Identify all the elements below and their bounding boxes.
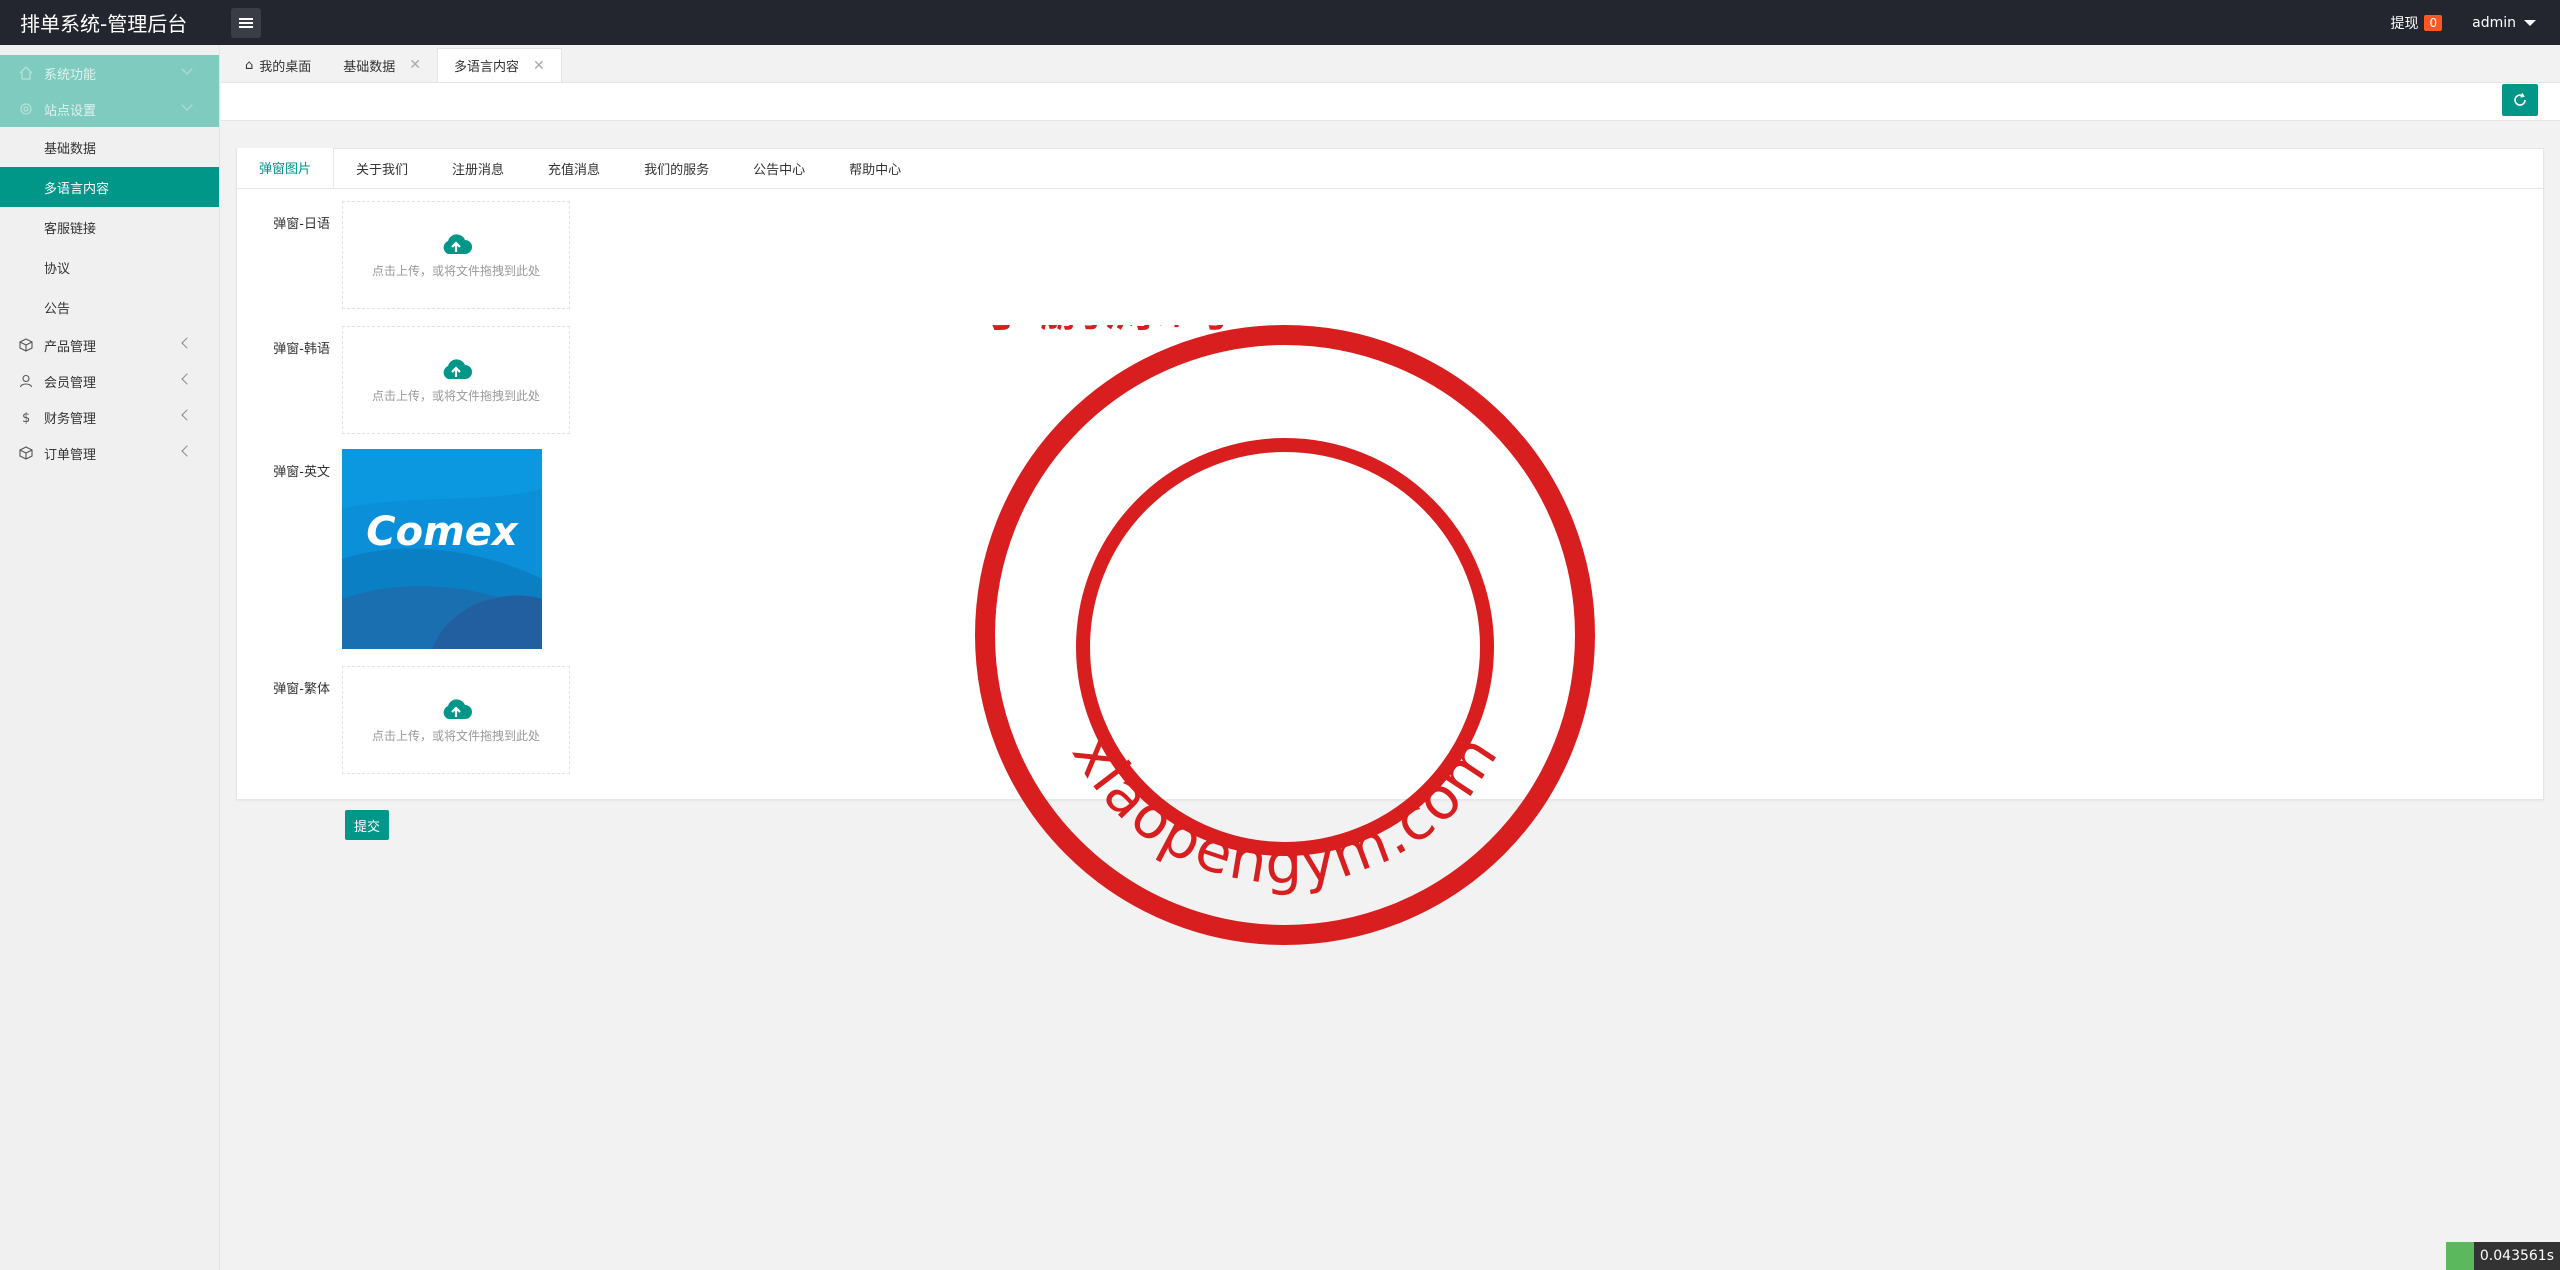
close-icon[interactable]: ✕ [533, 58, 545, 74]
sidebar-item-agreement[interactable]: 协议 [0, 247, 219, 287]
withdraw-label: 提现 [2390, 15, 2419, 32]
cloud-upload-icon [443, 233, 472, 254]
content-tab-recharge-message[interactable]: 充值消息 [526, 148, 622, 188]
chevron-left-icon [181, 337, 193, 349]
chevron-icon [181, 63, 193, 75]
top-bar: 排单系统-管理后台 提现 0 admin [0, 0, 2560, 45]
content-tab-about-us[interactable]: 关于我们 [334, 148, 430, 188]
page-tab-strip: ⌂ 我的桌面 基础数据 ✕ 多语言内容 ✕ [221, 45, 2560, 83]
watermark-stamp: 小鹏源码 xiaopengym.com [975, 325, 1595, 945]
withdraw-badge: 0 [2424, 14, 2443, 31]
user-icon [18, 373, 34, 389]
sidebar-item-notice[interactable]: 公告 [0, 287, 219, 327]
watermark-top-text: 小鹏源码 [975, 325, 1231, 341]
form-row-popup-zh-tw: 弹窗-繁体 点击上传，或将文件拖拽到此处 [237, 666, 570, 774]
content-tab-register-message[interactable]: 注册消息 [430, 148, 526, 188]
sidebar-item-multilang[interactable]: 多语言内容 [0, 167, 219, 207]
sidebar-group-members[interactable]: 会员管理 [0, 363, 219, 399]
upload-hint: 点击上传，或将文件拖拽到此处 [371, 263, 540, 278]
refresh-button[interactable] [2502, 84, 2538, 116]
dollar-icon: $ [18, 409, 34, 425]
form-row-popup-ja: 弹窗-日语 点击上传，或将文件拖拽到此处 [237, 201, 570, 309]
image-brand-text: Comex [366, 509, 518, 555]
sidebar-group-label: 产品管理 [44, 339, 97, 355]
sidebar-item-basic-data[interactable]: 基础数据 [0, 127, 219, 167]
tab-basic-data[interactable]: 基础数据 ✕ [327, 48, 437, 82]
debug-logo-icon [2445, 1242, 2474, 1270]
field-label: 弹窗-繁体 [273, 682, 330, 697]
upload-dropzone-ja[interactable]: 点击上传，或将文件拖拽到此处 [342, 201, 570, 309]
user-menu[interactable]: admin [2472, 15, 2536, 31]
chevron-left-icon [181, 373, 193, 385]
content-tabs: 弹窗图片 关于我们 注册消息 充值消息 我们的服务 公告中心 帮助中心 [237, 148, 2543, 189]
submit-button[interactable]: 提交 [345, 810, 389, 840]
tab-desktop[interactable]: ⌂ 我的桌面 [229, 48, 327, 82]
upload-hint: 点击上传，或将文件拖拽到此处 [371, 388, 540, 403]
timer-value: 0.043561s [2479, 1248, 2554, 1264]
content-tab-help-center[interactable]: 帮助中心 [827, 148, 923, 188]
cloud-upload-icon [443, 698, 472, 719]
chevron-left-icon [181, 409, 193, 421]
sidebar-group-label: 订单管理 [44, 447, 97, 463]
form-row-popup-ko: 弹窗-韩语 点击上传，或将文件拖拽到此处 [237, 326, 570, 434]
upload-dropzone-zh-tw[interactable]: 点击上传，或将文件拖拽到此处 [342, 666, 570, 774]
sidebar-item-service-link[interactable]: 客服链接 [0, 207, 219, 247]
sidebar-group-system[interactable]: 系统功能 [0, 55, 219, 91]
withdraw-link[interactable]: 提现 0 [2390, 13, 2443, 33]
caret-down-icon [2524, 19, 2536, 26]
upload-dropzone-ko[interactable]: 点击上传，或将文件拖拽到此处 [342, 326, 570, 434]
cloud-upload-icon [443, 358, 472, 379]
tab-multilang[interactable]: 多语言内容 ✕ [437, 48, 562, 82]
content-tab-our-services[interactable]: 我们的服务 [622, 148, 731, 188]
sidebar-group-label: 财务管理 [44, 411, 97, 427]
debug-timer: 0.043561s [2445, 1242, 2560, 1270]
sidebar-group-label: 站点设置 [44, 103, 97, 119]
tab-label: 多语言内容 [454, 60, 520, 75]
user-name: admin [2472, 14, 2516, 31]
sidebar: 系统功能 站点设置 基础数据 多语言内容 客服链接 协议 公告 产品管理 会员管… [0, 45, 220, 1270]
watermark-bottom-text: xiaopengym.com [1059, 722, 1512, 897]
upload-hint: 点击上传，或将文件拖拽到此处 [371, 728, 540, 743]
home-icon: ⌂ [245, 57, 254, 73]
menu-toggle-button[interactable] [231, 8, 261, 38]
field-label: 弹窗-韩语 [273, 342, 330, 357]
svg-text:$: $ [22, 411, 30, 424]
refresh-icon [2514, 93, 2526, 106]
content-toolbar [221, 83, 2560, 121]
form-row-popup-en: 弹窗-英文 Comex [237, 449, 542, 649]
field-label: 弹窗-英文 [273, 465, 330, 480]
chevron-down-icon [181, 99, 193, 111]
sidebar-group-products[interactable]: 产品管理 [0, 327, 219, 363]
tab-label: 我的桌面 [259, 59, 312, 75]
content-tab-notice-center[interactable]: 公告中心 [731, 148, 827, 188]
field-label: 弹窗-日语 [273, 217, 330, 232]
sidebar-group-label: 会员管理 [44, 375, 97, 391]
sidebar-group-finance[interactable]: $ 财务管理 [0, 399, 219, 435]
uploaded-image-preview[interactable]: Comex [342, 449, 542, 649]
close-icon[interactable]: ✕ [409, 57, 421, 73]
gear-icon [18, 101, 34, 117]
app-title: 排单系统-管理后台 [20, 12, 188, 36]
tab-label: 基础数据 [343, 59, 396, 75]
sidebar-group-site-settings[interactable]: 站点设置 [0, 91, 219, 127]
cube-icon [18, 337, 34, 353]
content-tab-popup-images[interactable]: 弹窗图片 [237, 148, 335, 188]
box-icon [18, 445, 34, 461]
hamburger-icon [239, 22, 253, 24]
chevron-left-icon [181, 445, 193, 457]
sidebar-group-label: 系统功能 [44, 67, 97, 83]
sidebar-group-orders[interactable]: 订单管理 [0, 435, 219, 471]
home-icon [18, 65, 34, 81]
